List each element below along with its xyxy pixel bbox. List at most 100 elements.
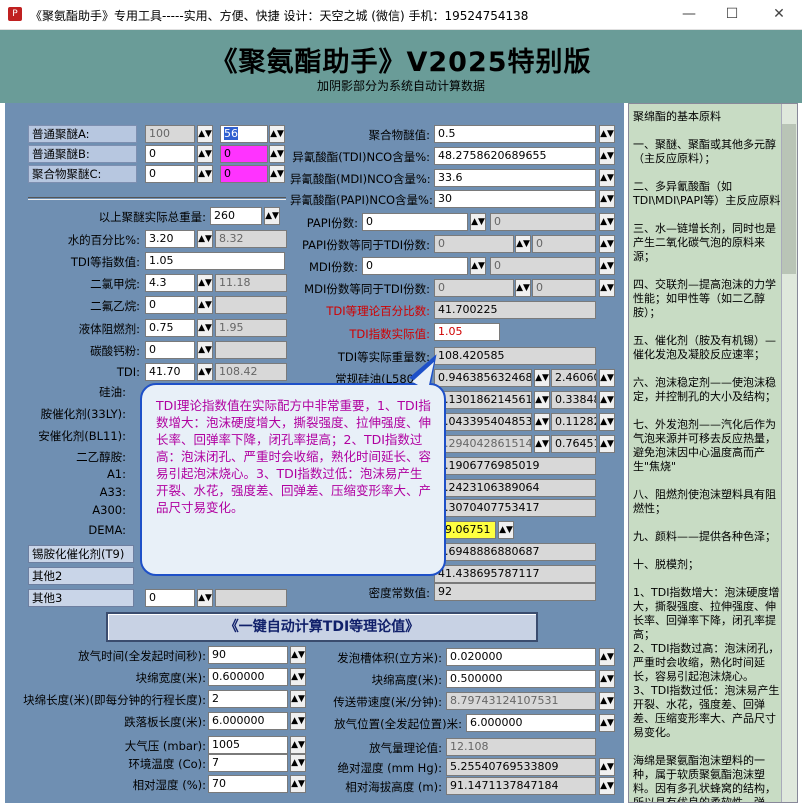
block-height-spinner[interactable]: ▲▼ [599,670,615,688]
abs-humidity-label: 绝对湿度 (mm Hg): [337,761,442,775]
close-button[interactable]: ✕ [764,4,794,24]
poly-c-spinner[interactable]: ▲▼ [197,165,213,183]
papi-eq-label: PAPI份数等同于TDI份数: [301,238,430,252]
other2-button[interactable]: 其他2 [28,567,134,585]
other3-button[interactable]: 其他3 [28,589,134,607]
dfe-input[interactable]: 0 [145,296,195,314]
poly-a-spinner[interactable]: ▲▼ [197,125,213,143]
mdi-eq-spinner[interactable]: ▲▼ [515,279,531,297]
block-height-label: 块绵高度(米): [371,673,442,687]
other3-spinner[interactable]: ▲▼ [197,589,213,607]
compute-tdi-button[interactable]: 《一键自动计算TDI等理论值》 [106,612,538,642]
bl11-spinner[interactable]: ▲▼ [534,413,550,431]
poly-b-spinner[interactable]: ▲▼ [197,145,213,163]
silicone-l580-spinner-2[interactable]: ▲▼ [599,369,615,387]
block-width-input[interactable]: 0.600000 [208,668,288,686]
abs-humidity-spinner[interactable]: ▲▼ [599,758,615,776]
dfe-spinner[interactable]: ▲▼ [197,296,213,314]
poly-b-weight-input[interactable]: 0 [220,145,268,163]
deoa-spinner[interactable]: ▲▼ [534,435,550,453]
caco3-spinner[interactable]: ▲▼ [197,341,213,359]
pressure-input[interactable]: 1005 [208,736,288,754]
poly-value-spinner[interactable]: ▲▼ [599,125,615,143]
mdi-parts-value-spinner[interactable]: ▲▼ [599,257,615,275]
poly-c-weight-spinner[interactable]: ▲▼ [269,165,285,183]
block-length-spinner[interactable]: ▲▼ [290,690,306,708]
humidity-spinner[interactable]: ▲▼ [290,775,306,793]
fall-length-input[interactable]: 6.000000 [208,712,288,730]
release-time-input[interactable]: 90 [208,646,288,664]
water-input[interactable]: 3.20 [145,230,195,248]
pressure-spinner[interactable]: ▲▼ [290,736,306,754]
flame-retardant-input[interactable]: 0.75 [145,319,195,337]
release-position-input[interactable]: 6.000000 [466,714,596,732]
tdi-nco-input[interactable]: 48.2758620689655 [434,147,596,165]
dcm-input[interactable]: 4.3 [145,274,195,292]
mdi-eq-spinner-2[interactable]: ▲▼ [599,279,615,297]
mdi-parts-input[interactable]: 0 [362,257,468,275]
page-subtitle: 加阴影部分为系统自动计算数据 [316,79,485,93]
poly-c-parts-input[interactable]: 0 [145,165,195,183]
block-height-input[interactable]: 0.500000 [446,670,596,688]
fall-length-label: 跌落板长度(米): [124,715,206,729]
amine-33ly-label: 胺催化剂(33LY): [40,407,126,421]
papi-nco-input[interactable]: 30 [434,190,596,208]
total-weight-spinner[interactable]: ▲▼ [264,207,280,225]
temperature-input[interactable]: 7 [208,754,288,772]
temperature-spinner[interactable]: ▲▼ [290,754,306,772]
mdi-nco-input[interactable]: 33.6 [434,169,596,187]
bl11-spinner-2[interactable]: ▲▼ [599,413,615,431]
page-title: 《聚氨酯助手》V2025特别版 [210,47,592,78]
release-time-spinner[interactable]: ▲▼ [290,646,306,664]
temperature-label: 环境温度 (Co): [128,757,206,771]
papi-nco-spinner[interactable]: ▲▼ [599,190,615,208]
silicone-l580-spinner[interactable]: ▲▼ [534,369,550,387]
papi-parts-value-spinner[interactable]: ▲▼ [599,213,615,231]
papi-parts-spinner[interactable]: ▲▼ [470,213,486,231]
deoa-spinner-2[interactable]: ▲▼ [599,435,615,453]
poly-a-parts-input[interactable]: 100 [145,125,195,143]
t9-catalyst-button[interactable]: 锡胺化催化剂(T9) [28,545,134,563]
density-input[interactable]: 92 [434,583,596,601]
conveyor-speed-spinner[interactable]: ▲▼ [599,692,615,710]
info-panel-scroll-thumb[interactable] [782,124,796,274]
poly-a-weight-input[interactable]: 56 [220,125,268,143]
amine-33ly-spinner-2[interactable]: ▲▼ [599,391,615,409]
dcm-spinner[interactable]: ▲▼ [197,274,213,292]
poly-b-parts-input[interactable]: 0 [145,145,195,163]
trough-volume-spinner[interactable]: ▲▼ [599,648,615,666]
water-spinner[interactable]: ▲▼ [197,230,213,248]
total-weight-input[interactable]: 260 [210,207,262,225]
poly-value-input[interactable]: 0.5 [434,125,596,143]
release-position-spinner[interactable]: ▲▼ [599,714,615,732]
mdi-nco-spinner[interactable]: ▲▼ [599,169,615,187]
poly-c-weight-input[interactable]: 0 [220,165,268,183]
papi-parts-input[interactable]: 0 [362,213,468,231]
altitude-spinner[interactable]: ▲▼ [599,777,615,795]
caco3-input[interactable]: 0 [145,341,195,359]
poly-b-weight-spinner[interactable]: ▲▼ [269,145,285,163]
tdi-input[interactable]: 41.70 [145,363,195,381]
trough-volume-input[interactable]: 0.020000 [446,648,596,666]
humidity-input[interactable]: 70 [208,775,288,793]
tdi-spinner[interactable]: ▲▼ [197,363,213,381]
tdi-actual-index-input[interactable]: 1.05 [434,323,500,341]
papi-eq-spinner[interactable]: ▲▼ [515,235,531,253]
poly-a-label: 普通聚醚A: [28,125,137,143]
other3-input[interactable]: 0 [145,589,195,607]
tdi-nco-spinner[interactable]: ▲▼ [599,147,615,165]
block-length-input[interactable]: 2 [208,690,288,708]
dema-spinner[interactable]: ▲▼ [498,521,514,539]
tdi-index-input[interactable]: 1.05 [145,252,285,270]
block-width-spinner[interactable]: ▲▼ [290,668,306,686]
maximize-button[interactable]: ☐ [717,4,747,24]
tdi-label: TDI: [116,365,140,379]
dfe-weight-value [215,296,287,314]
amine-33ly-spinner[interactable]: ▲▼ [534,391,550,409]
poly-a-weight-spinner[interactable]: ▲▼ [269,125,285,143]
flame-retardant-spinner[interactable]: ▲▼ [197,319,213,337]
minimize-button[interactable]: — [674,4,704,24]
window-title: 《聚氨酯助手》专用工具-----实用、方便、快捷 设计：天空之城 (微信) 手机… [30,9,529,23]
mdi-parts-spinner[interactable]: ▲▼ [470,257,486,275]
papi-eq-spinner-2[interactable]: ▲▼ [599,235,615,253]
